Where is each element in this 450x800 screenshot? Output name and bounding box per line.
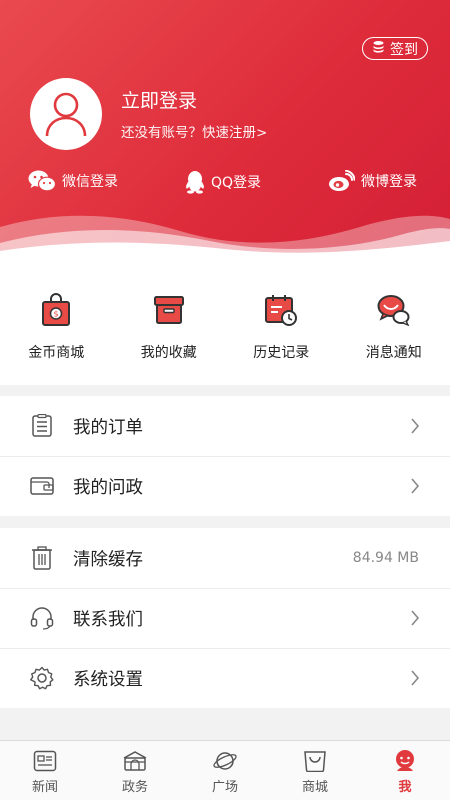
cache-size-value: 84.94 MB: [352, 550, 419, 566]
wechat-login-button[interactable]: 微信登录: [28, 170, 118, 192]
qq-icon: [186, 171, 204, 194]
tab-label: 广场: [211, 780, 238, 795]
planet-icon: [212, 748, 238, 774]
message-chat-icon: [376, 292, 412, 328]
bottom-tab-bar: 新闻 政务 广场 商城 我: [0, 740, 450, 800]
government-icon: [122, 748, 148, 774]
register-link[interactable]: 还没有账号？快速注册>: [121, 121, 267, 141]
chevron-right-icon: [411, 610, 420, 626]
wechat-login-label: 微信登录: [62, 174, 118, 190]
tab-label: 我: [398, 780, 412, 795]
menu-item-inquiries[interactable]: 我的问政: [0, 456, 450, 516]
svg-text:$: $: [54, 310, 59, 319]
profile-page: 签到 立即登录 还没有账号？快速注册> 微信登录 QQ登录 微博登录 $ 金币商…: [0, 0, 450, 800]
user-silhouette-icon: [45, 92, 87, 137]
menu-item-settings[interactable]: 系统设置: [0, 648, 450, 708]
quick-coin-shop[interactable]: $ 金币商城: [0, 265, 113, 385]
tab-mall[interactable]: 商城: [270, 741, 360, 800]
tab-label: 商城: [301, 780, 328, 795]
chevron-right-icon: [411, 418, 420, 434]
quick-messages[interactable]: 消息通知: [338, 265, 450, 385]
wallet-icon: [30, 474, 54, 498]
tab-label: 新闻: [31, 780, 58, 795]
quick-actions: $ 金币商城 我的收藏 历史记录 消息通知: [0, 265, 450, 385]
me-avatar-icon: [392, 748, 418, 774]
favorites-box-icon: [151, 292, 187, 328]
menu-item-clear-cache[interactable]: 清除缓存 84.94 MB: [0, 528, 450, 588]
qq-login-button[interactable]: QQ登录: [185, 170, 261, 194]
coin-stack-icon: [372, 40, 385, 57]
menu-label: 联系我们: [73, 609, 143, 630]
header-wave: [0, 215, 450, 265]
tab-government[interactable]: 政务: [90, 741, 180, 800]
menu-label: 我的订单: [73, 417, 143, 438]
menu-item-orders[interactable]: 我的订单: [0, 396, 450, 456]
quick-label: 金币商城: [28, 345, 85, 361]
shopping-bag-icon: [302, 748, 328, 774]
chevron-right-icon: [411, 670, 420, 686]
news-icon: [32, 748, 58, 774]
headset-icon: [30, 606, 54, 630]
weibo-icon: [329, 170, 355, 191]
qq-login-label: QQ登录: [211, 175, 262, 191]
settings-gear-icon: [30, 666, 54, 690]
weibo-login-label: 微博登录: [361, 174, 417, 190]
coin-shop-icon: $: [38, 292, 74, 328]
menu-label: 清除缓存: [73, 549, 143, 570]
trash-icon: [30, 546, 54, 570]
quick-history[interactable]: 历史记录: [225, 265, 338, 385]
menu-label: 我的问政: [73, 477, 143, 498]
quick-label: 历史记录: [253, 345, 310, 361]
quick-favorites[interactable]: 我的收藏: [113, 265, 226, 385]
login-title[interactable]: 立即登录: [121, 86, 197, 113]
wechat-icon: [28, 170, 56, 192]
menu-label: 系统设置: [73, 669, 143, 690]
tab-square[interactable]: 广场: [180, 741, 270, 800]
order-list-icon: [30, 414, 54, 438]
tab-news[interactable]: 新闻: [0, 741, 90, 800]
profile-header: 签到 立即登录 还没有账号？快速注册> 微信登录 QQ登录 微博登录: [0, 0, 450, 265]
avatar[interactable]: [30, 78, 102, 150]
checkin-button[interactable]: 签到: [362, 37, 428, 60]
quick-label: 消息通知: [365, 345, 422, 361]
quick-label: 我的收藏: [140, 345, 197, 361]
menu-group-orders: 我的订单 我的问政: [0, 396, 450, 516]
tab-label: 政务: [121, 780, 148, 795]
tab-me[interactable]: 我: [360, 741, 450, 800]
menu-item-contact[interactable]: 联系我们: [0, 588, 450, 648]
menu-group-settings: 清除缓存 84.94 MB 联系我们 系统设置: [0, 528, 450, 708]
chevron-right-icon: [411, 478, 420, 494]
weibo-login-button[interactable]: 微博登录: [328, 170, 417, 192]
history-calendar-icon: [263, 292, 299, 328]
checkin-label: 签到: [390, 41, 418, 58]
